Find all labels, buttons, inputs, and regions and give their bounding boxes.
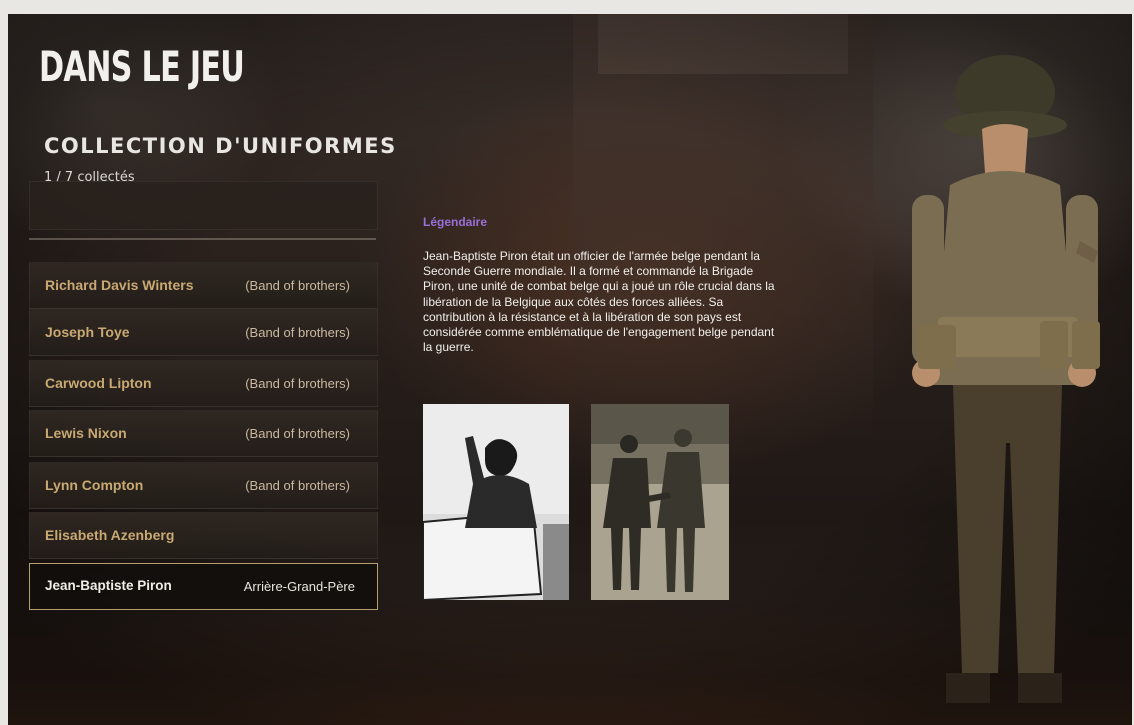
uniform-tag: (Band of brothers): [245, 426, 350, 441]
uniform-name: Richard Davis Winters: [45, 277, 194, 293]
uniform-name: Elisabeth Azenberg: [45, 527, 175, 543]
uniform-item-lewis-nixon[interactable]: Lewis Nixon (Band of brothers): [29, 410, 378, 457]
page-title: DANS LE JEU: [39, 42, 245, 91]
uniform-item-lynn-compton[interactable]: Lynn Compton (Band of brothers): [29, 462, 378, 509]
section-title: COLLECTION D'UNIFORMES: [44, 134, 397, 158]
uniform-name: Lewis Nixon: [45, 425, 127, 441]
rarity-label: Légendaire: [423, 215, 488, 229]
uniform-character-model: [912, 55, 1100, 703]
uniform-item-jean-baptiste-piron[interactable]: Jean-Baptiste Piron Arrière-Grand-Père: [29, 563, 378, 610]
uniform-item-joseph-toye[interactable]: Joseph Toye (Band of brothers): [29, 309, 378, 356]
historical-photo-handshake: [591, 404, 729, 600]
uniform-item-richard-davis-winters[interactable]: Richard Davis Winters (Band of brothers): [29, 262, 378, 309]
uniform-name: Lynn Compton: [45, 477, 144, 493]
uniform-name: Jean-Baptiste Piron: [45, 578, 172, 593]
historical-photo-portrait: [423, 404, 569, 600]
photo-handshake-illustration: [591, 404, 729, 600]
uniform-name: Joseph Toye: [45, 324, 130, 340]
uniform-tag: (Band of brothers): [245, 325, 350, 340]
uniform-item-elisabeth-azenberg[interactable]: Elisabeth Azenberg: [29, 512, 378, 559]
list-divider: [29, 238, 376, 240]
uniform-name: Carwood Lipton: [45, 375, 152, 391]
uniform-tag: (Band of brothers): [245, 376, 350, 391]
uniform-description: Jean-Baptiste Piron était un officier de…: [423, 249, 775, 355]
uniform-tag: (Band of brothers): [245, 478, 350, 493]
uniform-item-carwood-lipton[interactable]: Carwood Lipton (Band of brothers): [29, 360, 378, 407]
photo-portrait-illustration: [423, 404, 569, 600]
uniform-tag: (Band of brothers): [245, 278, 350, 293]
uniform-tag: Arrière-Grand-Père: [243, 579, 355, 594]
empty-uniform-slot[interactable]: [29, 181, 378, 230]
